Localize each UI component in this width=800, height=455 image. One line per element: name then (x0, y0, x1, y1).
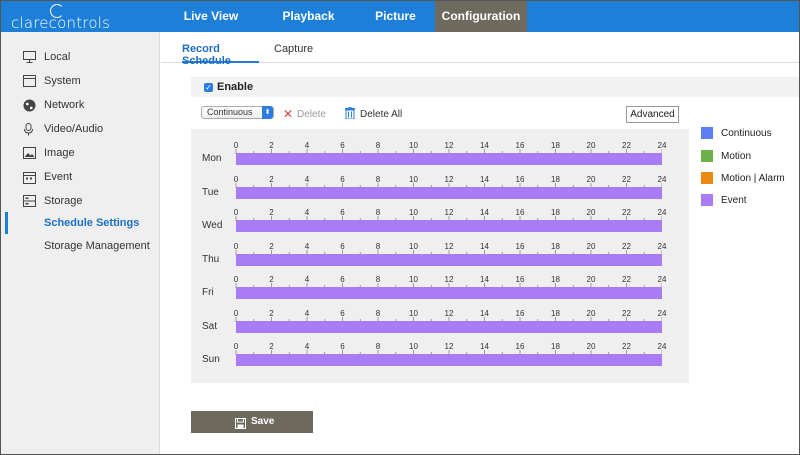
delete-button[interactable]: Delete (297, 109, 326, 120)
sidebar-item-label: Storage Management (44, 240, 150, 252)
legend-label: Event (721, 195, 747, 206)
sidebar: Local System Network Video/Audio Image E… (1, 32, 160, 454)
schedule-row-sat[interactable]: Sat 0 2 4 6 8 10 12 14 16 18 20 22 24 (191, 297, 689, 333)
calendar-icon (22, 170, 36, 184)
sidebar-item-image[interactable]: Image (1, 142, 160, 164)
storage-icon (22, 194, 36, 208)
legend-swatch (701, 194, 713, 206)
save-label: Save (251, 416, 275, 427)
enable-row (191, 77, 799, 97)
nav-playback[interactable]: Playback (261, 1, 356, 32)
brand-logo: clarecontrols (11, 4, 121, 32)
day-label: Sun (202, 354, 220, 365)
schedule-grid: Mon 0 2 4 6 8 10 12 14 16 18 20 22 24 Tue 0 2 4 6 8 10 12 14 16… (191, 129, 689, 383)
schedule-row-wed[interactable]: Wed 0 2 4 6 8 10 12 14 16 18 20 22 24 (191, 196, 689, 232)
sidebar-item-storage[interactable]: Storage (1, 190, 160, 212)
schedule-row-fri[interactable]: Fri 0 2 4 6 8 10 12 14 16 18 20 22 24 (191, 263, 689, 299)
delete-x-icon[interactable]: ✕ (283, 108, 293, 120)
globe-icon (22, 98, 36, 112)
sidebar-item-label: Image (44, 147, 75, 159)
sidebar-item-label: Storage (44, 195, 83, 207)
legend-label: Continuous (721, 128, 772, 139)
sidebar-item-storage-management[interactable]: Storage Management (1, 235, 160, 257)
legend-swatch (701, 127, 713, 139)
sidebar-item-network[interactable]: Network (1, 94, 160, 116)
monitor-icon (22, 50, 36, 64)
tab-bar: Record Schedule Capture (161, 41, 799, 67)
microphone-icon (22, 122, 36, 136)
nav-live-view[interactable]: Live View (161, 1, 261, 32)
record-type-value: Continuous (207, 107, 253, 117)
sidebar-item-label: Event (44, 171, 73, 183)
enable-checkbox[interactable]: ✓ (204, 83, 213, 92)
schedule-row-sun[interactable]: Sun 0 2 4 6 8 10 12 14 16 18 20 22 24 (191, 330, 689, 366)
sidebar-item-local[interactable]: Local (1, 46, 160, 68)
sidebar-item-event[interactable]: Event (1, 166, 160, 188)
sidebar-item-label: Local (44, 51, 71, 63)
record-type-select[interactable]: Continuous ⬍ (201, 106, 274, 119)
sidebar-item-label: Video/Audio (44, 123, 104, 135)
save-button[interactable]: Save (191, 411, 313, 433)
nav-configuration[interactable]: Configuration (435, 1, 527, 32)
sidebar-item-video-audio[interactable]: Video/Audio (1, 118, 160, 140)
schedule-row-thu[interactable]: Thu 0 2 4 6 8 10 12 14 16 18 20 22 24 (191, 230, 689, 266)
trash-icon[interactable] (345, 107, 355, 120)
enable-label: Enable (217, 81, 254, 93)
tab-record-schedule[interactable]: Record Schedule (182, 43, 259, 67)
sidebar-item-system[interactable]: System (1, 70, 160, 92)
chevron-down-icon: ⬍ (262, 106, 273, 119)
legend-swatch (701, 172, 713, 184)
sidebar-item-label: System (44, 75, 81, 87)
advanced-button[interactable]: Advanced (626, 106, 679, 123)
sidebar-item-label: Network (44, 99, 85, 111)
nav-picture[interactable]: Picture (356, 1, 435, 32)
legend-label: Motion (721, 151, 752, 162)
system-icon (22, 74, 36, 88)
main-nav: Live View Playback Picture Configuration (161, 1, 527, 32)
delete-all-button[interactable]: Delete All (360, 109, 402, 120)
floppy-disk-icon (235, 416, 246, 429)
legend-label: Motion | Alarm (721, 173, 785, 184)
schedule-row-mon[interactable]: Mon 0 2 4 6 8 10 12 14 16 18 20 22 24 (191, 129, 689, 165)
tab-capture[interactable]: Capture (274, 43, 314, 63)
sidebar-item-label: Schedule Settings (44, 217, 140, 229)
schedule-segment-event[interactable] (236, 354, 662, 366)
image-icon (22, 146, 36, 160)
top-bar: clarecontrols Live View Playback Picture… (1, 1, 799, 32)
sidebar-item-schedule-settings[interactable]: Schedule Settings (1, 212, 160, 234)
schedule-row-tue[interactable]: Tue 0 2 4 6 8 10 12 14 16 18 20 22 24 (191, 163, 689, 199)
legend-swatch (701, 150, 713, 162)
logo-text: clarecontrols (11, 14, 111, 32)
